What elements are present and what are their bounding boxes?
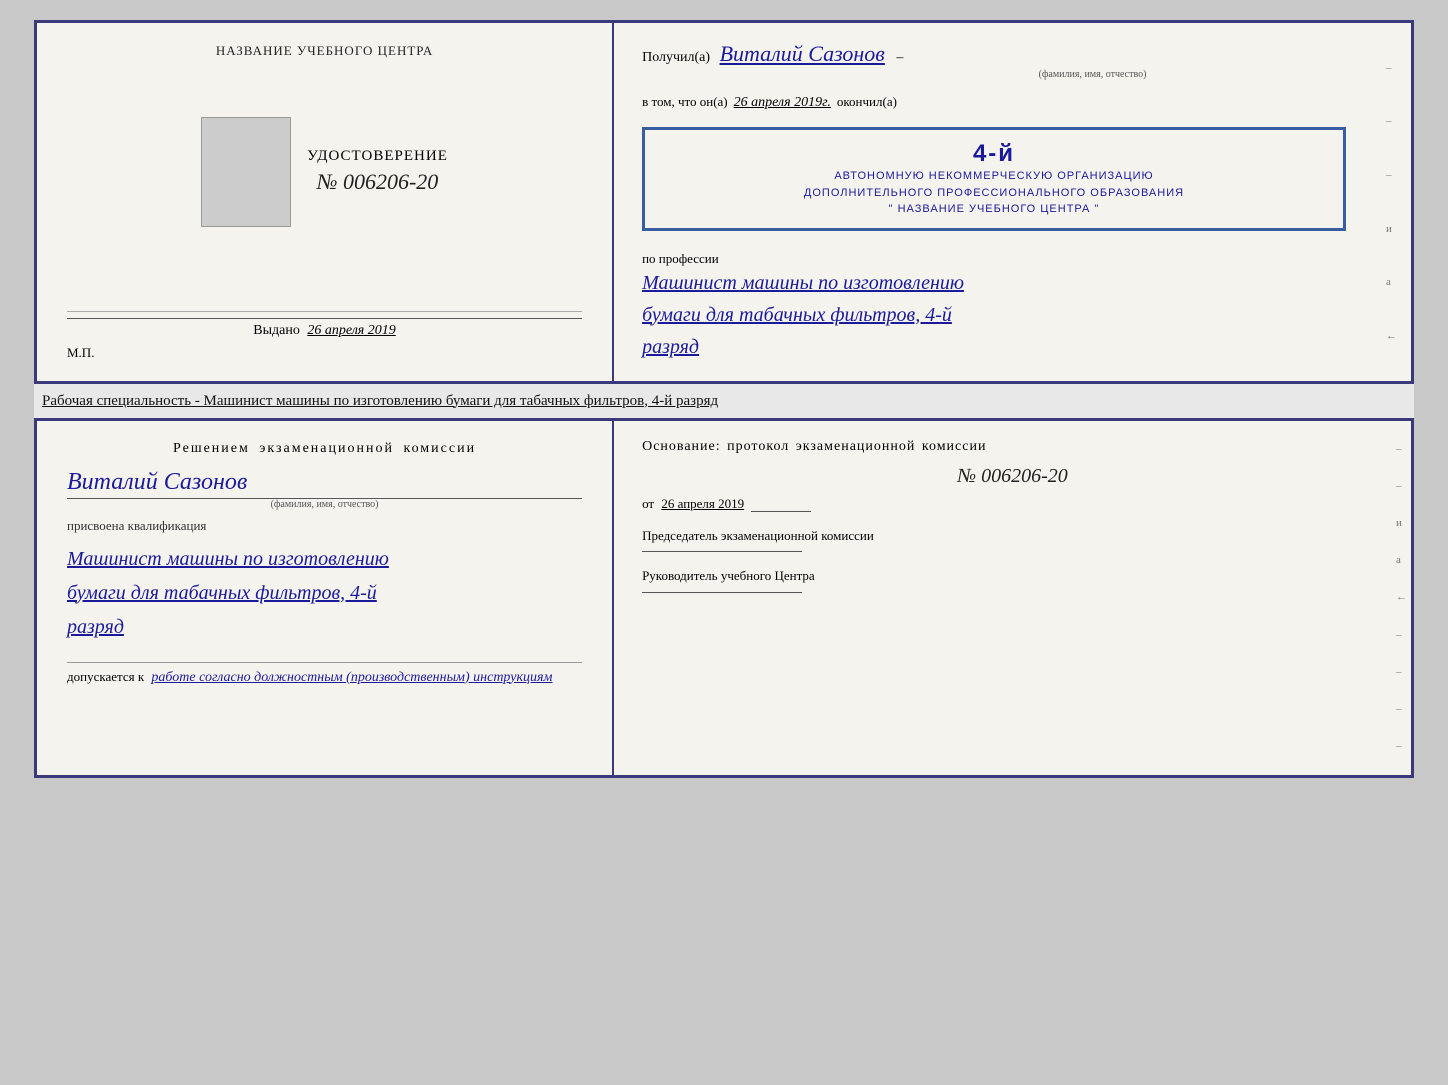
section-title-top: НАЗВАНИЕ УЧЕБНОГО ЦЕНТРА bbox=[216, 43, 433, 59]
udostoverenie-label: УДОСТОВЕРЕНИЕ bbox=[307, 148, 448, 165]
rukovoditel-label: Руководитель учебного Центра bbox=[642, 566, 1383, 586]
predsedatel-signature-line bbox=[642, 551, 802, 552]
kvalif-line1: Машинист машины по изготовлению bbox=[67, 542, 582, 576]
ot-dash bbox=[751, 511, 811, 512]
rukovoditel-signature-line bbox=[642, 592, 802, 593]
rukovoditel-block: Руководитель учебного Центра bbox=[642, 566, 1383, 593]
po-professii-label: по профессии bbox=[642, 251, 1383, 267]
cert-bottom: Решением экзаменационной комиссии Витали… bbox=[34, 418, 1414, 778]
bottom-side-marks: – – и а ← – – – – bbox=[1392, 421, 1411, 775]
profession-line2: бумаги для табачных фильтров, 4-й bbox=[642, 299, 1383, 331]
stamp-number: 4-й bbox=[663, 140, 1325, 168]
prisvoena-label: присвоена квалификация bbox=[67, 518, 582, 534]
mp-label: М.П. bbox=[67, 345, 582, 361]
ot-label: от bbox=[642, 496, 654, 511]
cert-top-left: НАЗВАНИЕ УЧЕБНОГО ЦЕНТРА УДОСТОВЕРЕНИЕ №… bbox=[37, 23, 614, 381]
vydano-line: Выдано 26 апреля 2019 bbox=[67, 318, 582, 339]
stamp-block: 4-й АВТОНОМНУЮ НЕКОММЕРЧЕСКУЮ ОРГАНИЗАЦИ… bbox=[642, 127, 1346, 231]
predsedatel-block: Председатель экзаменационной комиссии bbox=[642, 526, 1383, 553]
name-block: Виталий Сазонов (фамилия, имя, отчество) bbox=[67, 469, 582, 510]
reshenie-title: Решением экзаменационной комиссии bbox=[67, 441, 582, 457]
udostoverenie-block: УДОСТОВЕРЕНИЕ № 006206-20 bbox=[201, 117, 448, 247]
poluchil-line: Получил(а) Виталий Сазонов – bbox=[642, 41, 1383, 67]
photo-placeholder bbox=[201, 117, 291, 227]
vtom-date: 26 апреля 2019г. bbox=[734, 95, 831, 111]
dopusk-prefix: допускается к bbox=[67, 669, 144, 684]
vydano-date: 26 апреля 2019 bbox=[307, 323, 395, 338]
profession-line3: разряд bbox=[642, 331, 1383, 363]
okonchil-label: окончил(а) bbox=[837, 94, 897, 110]
profession-line1: Машинист машины по изготовлению bbox=[642, 267, 1383, 299]
cert-bottom-left: Решением экзаменационной комиссии Витали… bbox=[37, 421, 614, 775]
vtom-prefix: в том, что он(а) bbox=[642, 94, 728, 110]
bottom-name: Виталий Сазонов bbox=[67, 469, 582, 499]
predsedatel-label: Председатель экзаменационной комиссии bbox=[642, 526, 1383, 546]
dopuskaetsya-line: допускается к работе согласно должностны… bbox=[67, 662, 582, 686]
cert-top: НАЗВАНИЕ УЧЕБНОГО ЦЕНТРА УДОСТОВЕРЕНИЕ №… bbox=[34, 20, 1414, 384]
fio-label-bottom: (фамилия, имя, отчество) bbox=[67, 499, 582, 510]
middle-text: Рабочая специальность - Машинист машины … bbox=[38, 385, 722, 417]
ot-line: от 26 апреля 2019 bbox=[642, 496, 1383, 512]
recipient-name: Виталий Сазонов bbox=[720, 41, 885, 66]
dopusk-text: работе согласно должностным (производств… bbox=[151, 670, 552, 685]
stamp-line1: АВТОНОМНУЮ НЕКОММЕРЧЕСКУЮ ОРГАНИЗАЦИЮ bbox=[663, 168, 1325, 185]
cert-top-right: Получил(а) Виталий Сазонов – (фамилия, и… bbox=[614, 23, 1411, 381]
protokol-num: № 006206-20 bbox=[642, 465, 1383, 488]
ot-date: 26 апреля 2019 bbox=[661, 496, 744, 511]
osnovanie-title: Основание: протокол экзаменационной коми… bbox=[642, 439, 1383, 455]
vydano-label: Выдано bbox=[253, 323, 300, 338]
stamp-line2: ДОПОЛНИТЕЛЬНОГО ПРОФЕССИОНАЛЬНОГО ОБРАЗО… bbox=[663, 185, 1325, 202]
vtom-line: в том, что он(а) 26 апреля 2019г. окончи… bbox=[642, 94, 1383, 111]
poluchil-label: Получил(а) bbox=[642, 50, 710, 65]
kvalif-line2: бумаги для табачных фильтров, 4-й bbox=[67, 576, 582, 610]
side-marks-right: – – – и а ← bbox=[1386, 41, 1397, 363]
cert-bottom-right: Основание: протокол экзаменационной коми… bbox=[614, 421, 1411, 775]
document-container: НАЗВАНИЕ УЧЕБНОГО ЦЕНТРА УДОСТОВЕРЕНИЕ №… bbox=[34, 20, 1414, 778]
middle-text-bar: Рабочая специальность - Машинист машины … bbox=[34, 384, 1414, 418]
kvalif-line3: разряд bbox=[67, 610, 582, 644]
kvalif-block: Машинист машины по изготовлению бумаги д… bbox=[67, 542, 582, 644]
cert-number: № 006206-20 bbox=[317, 169, 439, 194]
fio-label-top: (фамилия, имя, отчество) bbox=[802, 69, 1383, 80]
stamp-line3: " НАЗВАНИЕ УЧЕБНОГО ЦЕНТРА " bbox=[663, 201, 1325, 218]
